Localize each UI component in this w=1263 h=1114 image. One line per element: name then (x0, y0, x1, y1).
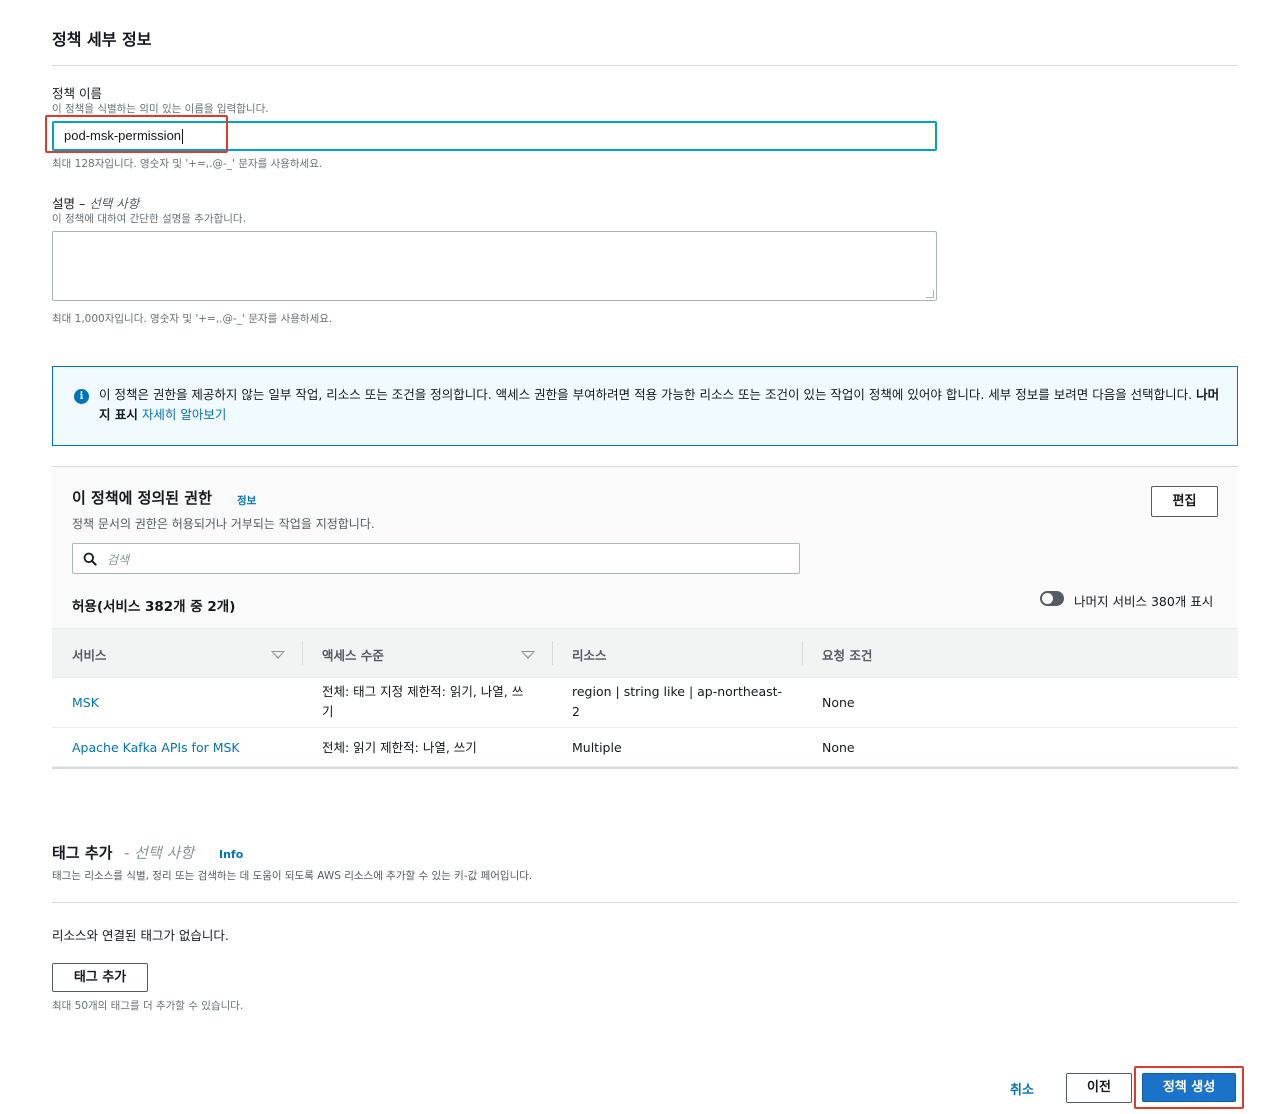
divider (52, 902, 1238, 903)
resource-cell: region | string like | ap-northeast- 2 (572, 682, 782, 722)
service-link[interactable]: Apache Kafka APIs for MSK (72, 738, 240, 758)
resize-handle[interactable] (926, 290, 934, 298)
show-remaining-toggle[interactable] (1040, 591, 1064, 606)
permissions-info-link[interactable]: 정보 (237, 493, 256, 508)
table-row: Apache Kafka APIs for MSK 전체: 읽기 제한적: 나열… (52, 728, 1238, 767)
previous-button[interactable]: 이전 (1066, 1073, 1132, 1103)
conditions-cell: None (822, 740, 855, 755)
show-remaining-label: 나머지 서비스 380개 표시 (1074, 594, 1214, 609)
tags-title: 태그 추가 (52, 844, 113, 862)
toggle-knob (1042, 593, 1053, 604)
service-link[interactable]: MSK (72, 693, 99, 713)
resource-cell: Multiple (572, 740, 622, 755)
sort-icon[interactable] (521, 651, 535, 659)
table-bottom-border (52, 767, 1238, 769)
info-alert: i 이 정책은 권한을 제공하지 않는 일부 작업, 리소스 또는 조건을 정의… (52, 366, 1238, 446)
access-level-line: 기 (322, 704, 334, 719)
description-hint: 최대 1,000자입니다. 영숫자 및 '+=,.@-_' 문자를 사용하세요. (52, 313, 333, 325)
create-policy-button[interactable]: 정책 생성 (1142, 1073, 1236, 1102)
column-header-conditions: 요청 조건 (822, 648, 873, 663)
column-divider (802, 641, 803, 665)
add-tag-button[interactable]: 태그 추가 (52, 963, 148, 992)
info-alert-message: 이 정책은 권한을 제공하지 않는 일부 작업, 리소스 또는 조건을 정의합니… (99, 387, 1193, 402)
conditions-cell: None (822, 695, 855, 710)
cancel-button[interactable]: 취소 (1010, 1079, 1034, 1098)
resource-line: 2 (572, 704, 580, 719)
permissions-description: 정책 문서의 권한은 허용되거나 거부되는 작업을 지정합니다. (72, 517, 375, 531)
sort-icon[interactable] (271, 651, 285, 659)
learn-more-link[interactable]: 자세히 알아보기 (142, 407, 226, 422)
no-tags-message: 리소스와 연결된 태그가 없습니다. (52, 928, 229, 943)
permissions-title: 이 정책에 정의된 권한 (72, 489, 212, 507)
resource-line: region | string like | ap-northeast- (572, 684, 783, 699)
policy-name-description: 이 정책을 식별하는 의미 있는 이름을 입력합니다. (52, 103, 269, 115)
column-divider (302, 641, 303, 665)
description-label-text: 설명 – (52, 196, 86, 211)
table-header: 서비스 액세스 수준 리소스 요청 조건 (52, 628, 1238, 678)
info-icon: i (74, 389, 89, 404)
divider (52, 65, 1238, 66)
table-row: MSK 전체: 태그 지정 제한적: 읽기, 나열, 쓰 기 region | … (52, 678, 1238, 728)
highlight-box-policy-name (45, 115, 228, 153)
tags-hint: 최대 50개의 태그를 더 추가할 수 있습니다. (52, 1000, 244, 1012)
description-textarea[interactable] (52, 231, 937, 301)
search-placeholder: 검색 (107, 553, 130, 567)
tags-description: 태그는 리소스를 식별, 정리 또는 검색하는 데 도움이 되도록 AWS 리소… (52, 870, 533, 882)
highlight-box-create: 정책 생성 (1134, 1066, 1244, 1109)
section-title: 정책 세부 정보 (52, 30, 152, 49)
description-description: 이 정책에 대하여 간단한 설명을 추가합니다. (52, 213, 246, 225)
tags-info-link[interactable]: Info (219, 848, 243, 861)
column-header-service[interactable]: 서비스 (72, 645, 107, 664)
access-level-cell: 전체: 태그 지정 제한적: 읽기, 나열, 쓰 기 (322, 682, 523, 722)
edit-button[interactable]: 편집 (1151, 486, 1218, 517)
permissions-panel: 이 정책에 정의된 권한 정보 정책 문서의 권한은 허용되거나 거부되는 작업… (52, 466, 1238, 769)
description-optional: 선택 사항 (89, 196, 140, 211)
column-header-access-level[interactable]: 액세스 수준 (322, 645, 384, 664)
column-header-resource: 리소스 (572, 648, 607, 663)
search-icon (83, 552, 97, 566)
column-divider (552, 641, 553, 665)
tags-optional: - 선택 사항 (124, 844, 195, 862)
description-label: 설명 – 선택 사항 (52, 193, 139, 212)
access-level-line: 전체: 태그 지정 제한적: 읽기, 나열, 쓰 (322, 684, 524, 699)
allow-heading: 허용(서비스 382개 중 2개) (72, 599, 236, 615)
policy-name-label: 정책 이름 (52, 86, 102, 101)
search-input[interactable]: 검색 (72, 543, 800, 574)
info-alert-text: 이 정책은 권한을 제공하지 않는 일부 작업, 리소스 또는 조건을 정의합니… (99, 385, 1224, 425)
access-level-cell: 전체: 읽기 제한적: 나열, 쓰기 (322, 740, 477, 755)
policy-name-hint: 최대 128자입니다. 영숫자 및 '+=,.@-_' 문자를 사용하세요. (52, 158, 323, 170)
